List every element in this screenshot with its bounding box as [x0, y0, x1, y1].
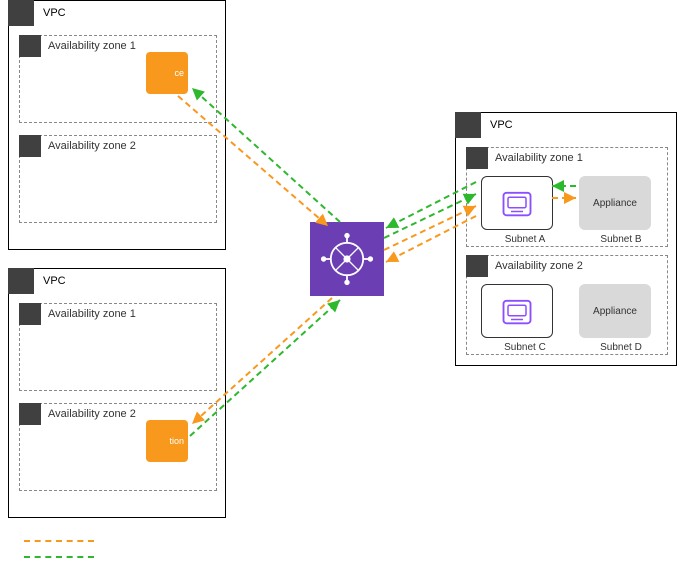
az-label: Availability zone 1 [48, 40, 136, 52]
az-right-2: Availability zone 2 Subnet C Appliance S… [466, 255, 668, 355]
source-box-label: ce [174, 68, 184, 78]
az-label: Availability zone 2 [495, 260, 583, 272]
appliance-label: Appliance [593, 198, 637, 209]
destination-box-label: tion [169, 436, 184, 446]
transit-gateway-icon [310, 222, 384, 296]
appliance-d-box: Appliance [579, 284, 651, 338]
az-right-1: Availability zone 1 Subnet A Appliance S… [466, 147, 668, 247]
appliance-label: Appliance [593, 306, 637, 317]
legend-orange-line [24, 540, 94, 542]
subnet-b-label: Subnet B [585, 234, 657, 245]
vpc-right: VPC Availability zone 1 Subnet A Applian… [455, 112, 677, 366]
destination-box: tion [146, 420, 188, 462]
az-label: Availability zone 1 [495, 152, 583, 164]
vpc-label: VPC [43, 7, 66, 19]
subnet-c-label: Subnet C [489, 342, 561, 353]
az-left-top-2: Availability zone 2 [19, 135, 217, 223]
legend-green-line [24, 556, 94, 558]
subnet-d-label: Subnet D [585, 342, 657, 353]
az-label: Availability zone 1 [48, 308, 136, 320]
az-tag-icon [466, 255, 488, 277]
vpc-left-top: VPC Availability zone 1 Availability zon… [8, 0, 226, 250]
appliance-b-box: Appliance [579, 176, 651, 230]
az-label: Availability zone 2 [48, 408, 136, 420]
subnet-a-label: Subnet A [489, 234, 561, 245]
vpc-label: VPC [43, 275, 66, 287]
az-left-bottom-1: Availability zone 1 [19, 303, 217, 391]
az-tag-icon [19, 35, 41, 57]
gateway-icon [502, 191, 532, 220]
az-tag-icon [19, 303, 41, 325]
subnet-c-box [481, 284, 553, 338]
az-tag-icon [19, 403, 41, 425]
vpc-label: VPC [490, 119, 513, 131]
az-tag-icon [19, 135, 41, 157]
vpc-tag-icon [8, 0, 34, 26]
subnet-a-box [481, 176, 553, 230]
az-tag-icon [466, 147, 488, 169]
source-box: ce [146, 52, 188, 94]
az-label: Availability zone 2 [48, 140, 136, 152]
vpc-tag-icon [455, 112, 481, 138]
gateway-icon [502, 299, 532, 328]
vpc-left-bottom: VPC Availability zone 1 Availability zon… [8, 268, 226, 518]
vpc-tag-icon [8, 268, 34, 294]
